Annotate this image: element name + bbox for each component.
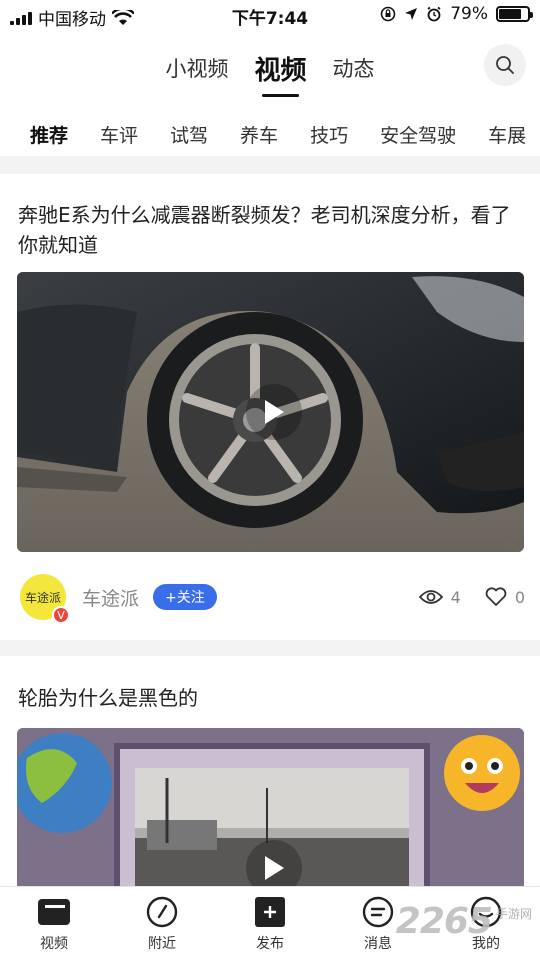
alarm-icon	[427, 6, 441, 22]
video-thumbnail[interactable]	[17, 728, 524, 893]
avatar-text: 车途派	[24, 590, 61, 605]
video-title[interactable]: 奔驰E系为什么减震器断裂频发？老司机深度分析，看了你就知道	[18, 200, 523, 260]
author-avatar[interactable]: 车途派 V	[20, 574, 70, 624]
compass-icon	[145, 895, 179, 929]
message-icon	[361, 895, 395, 929]
category-tips[interactable]: 技巧	[310, 121, 348, 148]
category-maintenance[interactable]: 养车	[240, 121, 278, 148]
eye-icon	[418, 590, 443, 604]
tab-feed[interactable]: 动态	[333, 53, 375, 83]
follow-button[interactable]: +关注	[153, 584, 217, 610]
tab-short-video[interactable]: 小视频	[165, 53, 228, 83]
category-test-drive[interactable]: 试驾	[170, 121, 208, 148]
status-bar: 中国移动 下午7:44 79%	[0, 0, 540, 30]
author-row: 车途派 V 车途派 +关注 4 0	[20, 574, 525, 624]
heart-icon[interactable]	[485, 587, 507, 607]
status-right: 79%	[380, 4, 533, 24]
tab-video[interactable]: 视频	[254, 50, 307, 97]
divider-band	[0, 156, 540, 174]
watermark-number: 2265	[395, 901, 493, 942]
category-recommend[interactable]: 推荐	[30, 121, 68, 148]
play-button[interactable]	[246, 384, 302, 440]
top-tabs: 小视频 视频 动态	[0, 46, 540, 97]
nav-publish[interactable]: 发布	[216, 887, 324, 960]
category-auto-show[interactable]: 车展	[488, 121, 526, 148]
video-title[interactable]: 轮胎为什么是黑色的	[18, 683, 523, 713]
nav-nearby[interactable]: 附近	[108, 887, 216, 960]
verified-badge: V	[52, 606, 70, 624]
category-bar: 推荐 车评 试驾 养车 技巧 安全驾驶 车展	[0, 114, 540, 154]
view-count: 4	[450, 587, 461, 607]
like-count: 0	[514, 587, 525, 607]
nav-label: 发布	[256, 936, 284, 952]
category-review[interactable]: 车评	[100, 121, 138, 148]
nav-label: 附近	[148, 936, 176, 952]
battery-fill	[499, 9, 522, 19]
author-name[interactable]: 车途派	[82, 584, 139, 611]
video-icon	[37, 895, 71, 929]
publish-icon	[253, 895, 287, 929]
location-icon	[405, 8, 418, 20]
divider-band	[0, 640, 540, 656]
play-icon	[265, 856, 284, 880]
search-button[interactable]	[484, 44, 526, 86]
watermark-text: 手游网	[495, 907, 532, 921]
watermark: 2265 手游网	[396, 901, 532, 942]
nav-label: 视频	[40, 936, 68, 952]
battery-icon	[496, 6, 533, 22]
rotation-lock-icon	[380, 6, 396, 22]
app-screen: 中国移动 下午7:44 79% 小视频 视频 动态 推荐 车评 试驾 养车 技巧	[0, 0, 540, 960]
video-stats: 4 0	[418, 587, 525, 607]
nav-label: 消息	[364, 936, 392, 952]
nav-video[interactable]: 视频	[0, 887, 108, 960]
search-icon	[496, 56, 514, 74]
video-thumbnail[interactable]	[17, 272, 524, 552]
category-safe-driving[interactable]: 安全驾驶	[380, 121, 456, 148]
play-icon	[265, 400, 284, 424]
battery-percent: 79%	[450, 4, 488, 24]
